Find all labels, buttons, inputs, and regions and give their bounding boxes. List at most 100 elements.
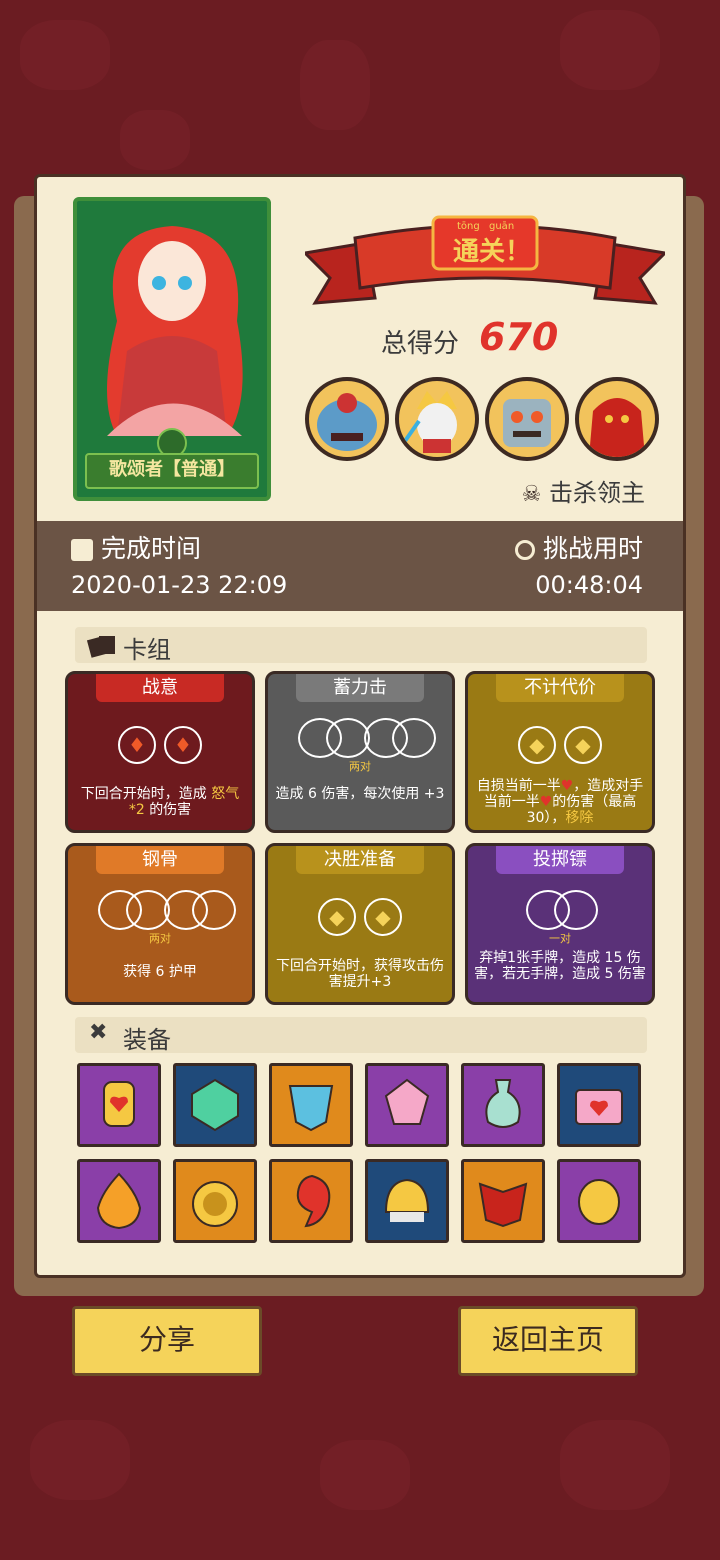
- equip-gold-coin[interactable]: [557, 1159, 641, 1243]
- heart-box-icon: [575, 1089, 623, 1125]
- card-jueshengzhunbei[interactable]: 决胜准备 ◆ ◆ 下回合开始时，获得攻击伤害提升+3: [265, 843, 455, 1005]
- score-value: 670: [479, 315, 559, 359]
- equip-blue-mask[interactable]: [269, 1063, 353, 1147]
- card-description: 下回合开始时，获得攻击伤害提升+3: [276, 958, 444, 990]
- diamond-gem-icon: ◆: [564, 726, 602, 764]
- equipment-label: 装备: [123, 1026, 171, 1054]
- card-description: 造成 6 伤害，每次使用 +3: [275, 786, 445, 802]
- slot-ring: [392, 718, 436, 758]
- background-pattern: [30, 1420, 130, 1500]
- card-description: 获得 6 护甲: [123, 964, 197, 980]
- boss-2-icon: [403, 391, 457, 453]
- film-icon: [71, 539, 93, 561]
- card-desc-remove: 移除: [565, 810, 594, 826]
- heart-icon: ♥: [539, 794, 553, 810]
- boss-1-icon: [317, 393, 377, 451]
- equip-heart-stone[interactable]: [77, 1063, 161, 1147]
- challenge-time-value: 00:48:04: [535, 571, 643, 599]
- time-bar: 完成时间 2020-01-23 22:09 挑战用时 00:48:04: [37, 521, 683, 611]
- hero-illustration: [107, 226, 243, 458]
- fire-orb-icon: [96, 1172, 142, 1230]
- vase-icon: [485, 1079, 521, 1128]
- card-title: 蓄力击: [296, 674, 424, 702]
- deck-label: 卡组: [123, 636, 171, 664]
- boss-portrait-1: [305, 377, 389, 461]
- card-sub: 两对: [149, 932, 171, 945]
- kill-boss-label: 击杀领主: [549, 479, 645, 507]
- equip-fire-orb[interactable]: [77, 1159, 161, 1243]
- challenge-time-label: 挑战用时: [542, 534, 643, 563]
- equip-lion-ring[interactable]: [173, 1159, 257, 1243]
- card-title: 战意: [96, 674, 224, 702]
- card-title: 不计代价: [496, 674, 624, 702]
- equip-pink-gem[interactable]: [365, 1063, 449, 1147]
- card-bujidaijia[interactable]: 不计代价 ◆ ◆ 自损当前一半♥，造成对手当前一半♥的伤害（最高30），移除: [465, 671, 655, 833]
- stopwatch-icon: [514, 540, 535, 560]
- share-button[interactable]: 分享: [72, 1306, 262, 1376]
- slot-ring: [192, 890, 236, 930]
- diamond-gem-icon: ◆: [364, 898, 402, 936]
- kill-boss-row: ☠ 击杀领主: [522, 473, 645, 508]
- home-button[interactable]: 返回主页: [458, 1306, 638, 1376]
- card-desc-part: 的伤害: [149, 802, 192, 818]
- card-sub: 一对: [549, 932, 571, 945]
- result-board: 歌颂者【普通】 tōng guān 通关！ 总得分 670 ☠ 击杀领主 完成时…: [34, 174, 686, 1278]
- boss-portrait-4: [575, 377, 659, 461]
- clear-banner: tōng guān 通关！: [301, 203, 669, 313]
- finish-time-label: 完成时间: [101, 534, 202, 563]
- card-description: 弃掉1张手牌，造成 15 伤害，若无手牌，造成 5 伤害: [474, 950, 646, 982]
- equip-gold-helmet[interactable]: [365, 1159, 449, 1243]
- background-pattern: [560, 1420, 670, 1510]
- boss-portrait-3: [485, 377, 569, 461]
- background-pattern: [320, 1440, 410, 1510]
- equip-demon-armor[interactable]: [461, 1159, 545, 1243]
- card-title: 钢骨: [96, 846, 224, 874]
- hero-name: 歌颂者【普通】: [85, 453, 259, 489]
- slot-ring: [554, 890, 598, 930]
- banner-title: 通关！: [453, 237, 532, 267]
- card-title: 决胜准备: [296, 846, 424, 874]
- fire-gem-icon: ♦: [164, 726, 202, 764]
- background-pattern: [120, 110, 190, 170]
- equip-red-charm[interactable]: [269, 1159, 353, 1243]
- gold-coin-icon: [578, 1179, 620, 1225]
- boss-4-icon: [589, 398, 645, 457]
- score-label: 总得分: [381, 329, 460, 359]
- card-touzhibiao[interactable]: 投掷镖 一对 弃掉1张手牌，造成 15 伤害，若无手牌，造成 5 伤害: [465, 843, 655, 1005]
- background-pattern: [300, 40, 370, 130]
- card-desc-part: 的: [552, 794, 567, 810]
- card-title: 投掷镖: [496, 846, 624, 874]
- diamond-gem-icon: ◆: [318, 898, 356, 936]
- card-description: 自损当前一半♥，造成对手当前一半♥的伤害（最高30），移除: [474, 778, 646, 826]
- lion-ring-icon: [192, 1181, 238, 1227]
- background-pattern: [560, 10, 660, 90]
- fire-gem-icon: ♦: [118, 726, 156, 764]
- heart-icon: ♥: [560, 778, 574, 794]
- card-zhanyi[interactable]: 战意 ♦ ♦ 下回合开始时，造成 怒气*2 的伤害: [65, 671, 255, 833]
- equip-green-gem[interactable]: [173, 1063, 257, 1147]
- challenge-time-row: 挑战用时: [514, 529, 643, 565]
- skull-icon: ☠: [521, 482, 542, 507]
- green-gem-icon: [191, 1078, 239, 1132]
- wrench-icon: ✖: [89, 1020, 108, 1045]
- card-desc-rage: 怒: [211, 786, 226, 802]
- cards-icon: [87, 636, 115, 658]
- equipment-section-header: ✖ 装备: [75, 1017, 647, 1054]
- boss-3-icon: [503, 399, 551, 447]
- card-description: 下回合开始时，造成 怒气*2 的伤害: [74, 786, 246, 818]
- card-xulij[interactable]: 蓄力击 两对 造成 6 伤害，每次使用 +3: [265, 671, 455, 833]
- card-sub: 两对: [349, 760, 371, 773]
- finish-time-value: 2020-01-23 22:09: [71, 571, 288, 599]
- equip-heart-box[interactable]: [557, 1063, 641, 1147]
- boss-portrait-2: [395, 377, 479, 461]
- red-charm-icon: [296, 1174, 331, 1228]
- heart-stone-icon: [103, 1081, 135, 1127]
- card-desc-part: 下回合开始时，造成: [80, 786, 207, 802]
- deck-section-header: 卡组: [75, 627, 647, 664]
- diamond-gem-icon: ◆: [518, 726, 556, 764]
- demon-armor-icon: [478, 1182, 528, 1228]
- card-ganggu[interactable]: 钢骨 两对 获得 6 护甲: [65, 843, 255, 1005]
- pink-gem-icon: [384, 1078, 430, 1125]
- equip-vase[interactable]: [461, 1063, 545, 1147]
- hero-portrait: 歌颂者【普通】: [73, 197, 271, 501]
